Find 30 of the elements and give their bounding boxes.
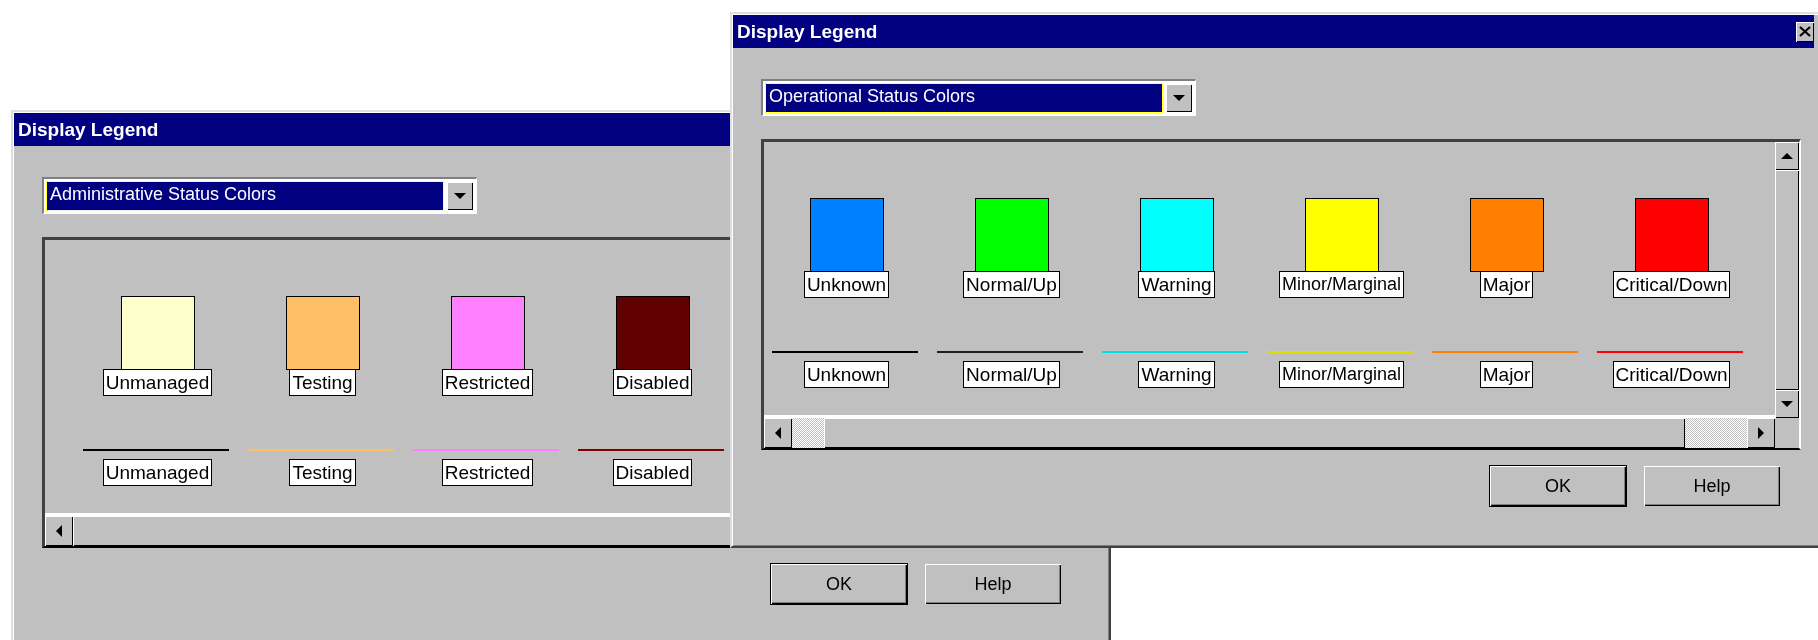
legend-label: Major <box>1479 361 1534 388</box>
dropdown-field[interactable]: Administrative Status Colors <box>42 177 477 214</box>
legend-label: Unmanaged <box>102 459 213 486</box>
dialog-button[interactable]: OK <box>771 564 907 604</box>
dialog-button[interactable]: Help <box>925 564 1061 604</box>
legend-label: Unknown <box>803 271 890 298</box>
legend-label: Warning <box>1138 361 1215 388</box>
legend-label: Minor/Marginal <box>1278 271 1404 298</box>
legend-label: Major <box>1479 271 1534 298</box>
legend-label: Unknown <box>803 361 890 388</box>
legend-label: Normal/Up <box>963 361 1060 388</box>
legend-label: Disabled <box>612 459 693 486</box>
dialog-button[interactable]: Help <box>1644 466 1780 506</box>
legend-label: Restricted <box>441 459 534 486</box>
window-title: Display Legend <box>736 20 878 43</box>
legend-label: Warning <box>1138 271 1215 298</box>
legend-label: Testing <box>289 369 356 396</box>
dropdown-value: Operational Status Colors <box>766 84 1162 112</box>
legend-label: Critical/Down <box>1612 361 1731 388</box>
dropdown-value: Administrative Status Colors <box>47 182 443 210</box>
legend-label: Unmanaged <box>102 369 213 396</box>
dialog-button[interactable]: OK <box>1490 466 1626 506</box>
legend-label: Disabled <box>612 369 693 396</box>
legend-label: Testing <box>289 459 356 486</box>
dropdown-field[interactable]: Operational Status Colors <box>761 79 1196 116</box>
legend-label: Minor/Marginal <box>1278 361 1404 388</box>
legend-label: Restricted <box>441 369 534 396</box>
legend-label: Critical/Down <box>1612 271 1731 298</box>
legend-label: Normal/Up <box>963 271 1060 298</box>
window-title: Display Legend <box>17 118 159 141</box>
